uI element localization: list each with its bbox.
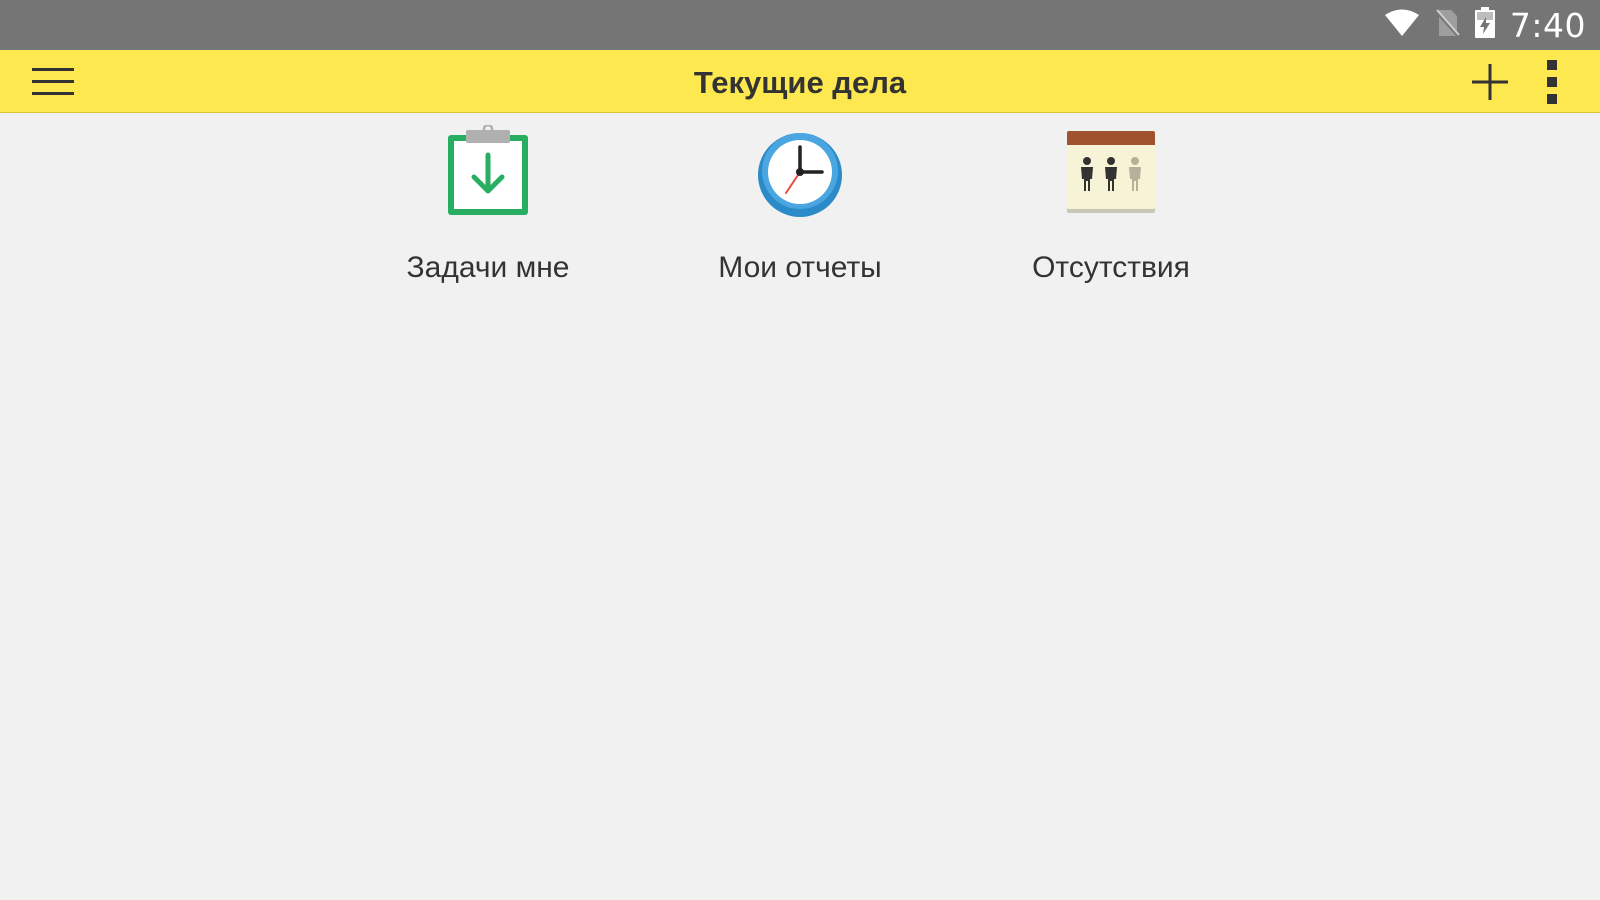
status-time: 7:40 (1509, 5, 1586, 45)
tile-absences[interactable]: Отсутствия (991, 125, 1231, 305)
plus-icon (1472, 64, 1508, 100)
hamburger-menu-icon (32, 68, 74, 95)
wifi-icon (1384, 8, 1420, 43)
tile-my-reports[interactable]: Мои отчеты (680, 125, 920, 305)
more-vertical-icon (1547, 60, 1557, 104)
battery-charging-icon (1474, 6, 1496, 44)
tile-tasks-for-me[interactable]: Задачи мне (368, 125, 608, 305)
page-title: Текущие дела (693, 65, 907, 100)
app-bar: Текущие дела (0, 50, 1600, 113)
no-sim-icon (1434, 8, 1461, 43)
menu-button[interactable] (32, 67, 76, 97)
tile-label: Отсутствия (1032, 251, 1190, 284)
add-button[interactable] (1470, 62, 1510, 102)
absence-calendar-icon (1067, 131, 1155, 213)
status-icons: 7:40 (1384, 0, 1586, 50)
tiles-grid: Задачи мне Мои отчеты Отсутствия (0, 113, 1600, 313)
clock-icon (758, 133, 842, 217)
tile-label: Мои отчеты (718, 251, 882, 284)
clipboard-download-icon (448, 125, 528, 215)
tile-label: Задачи мне (406, 251, 570, 284)
more-options-button[interactable] (1540, 58, 1564, 106)
status-bar: 7:40 (0, 0, 1600, 50)
